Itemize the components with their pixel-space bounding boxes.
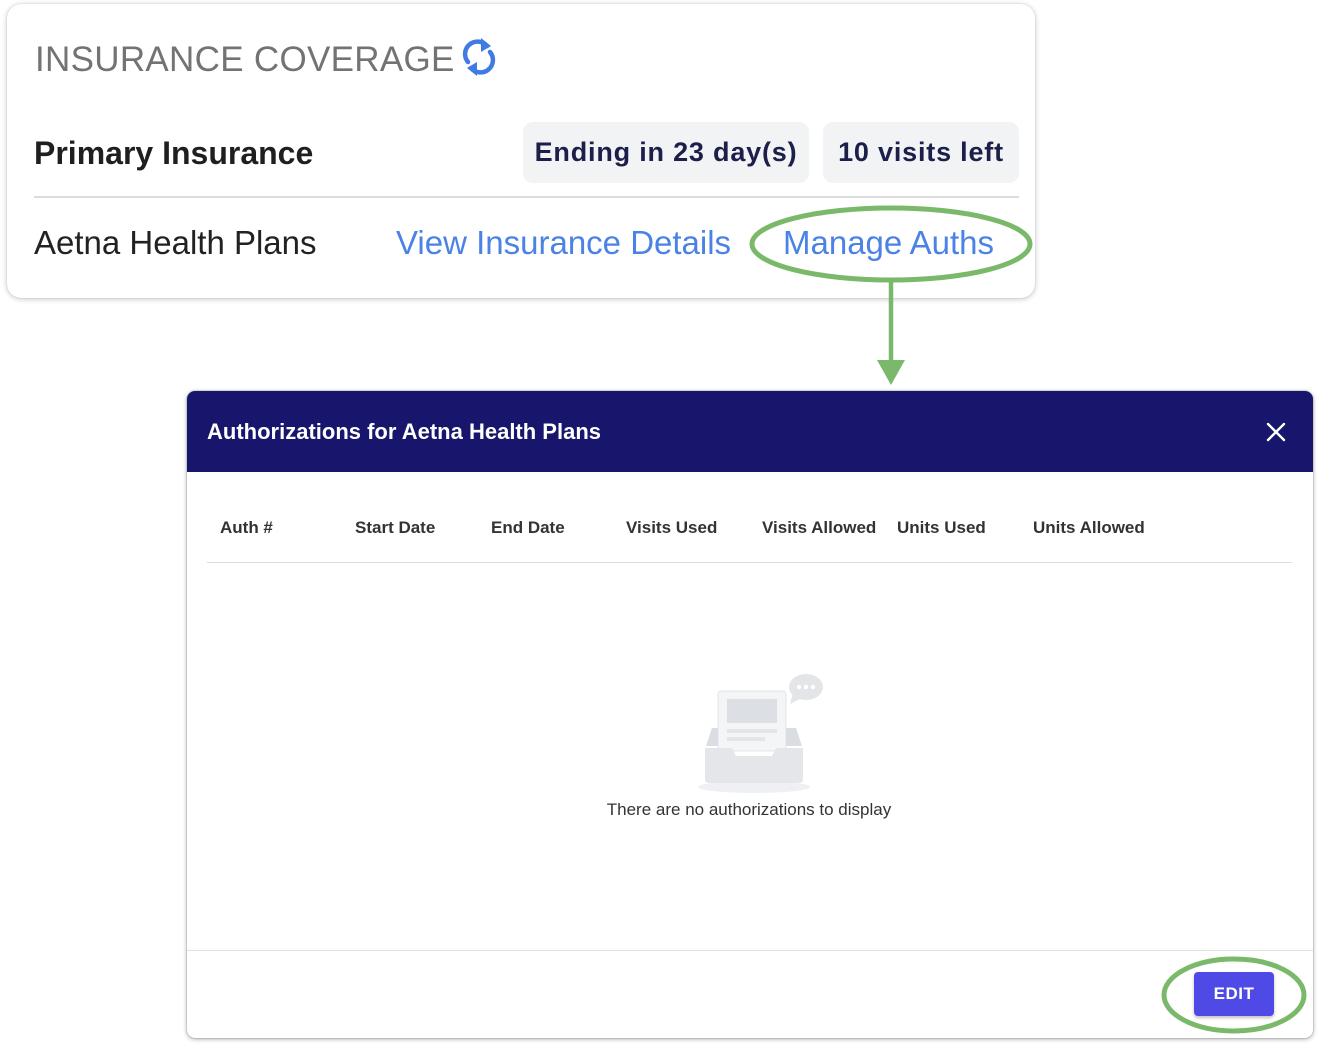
edit-button[interactable]: EDIT xyxy=(1194,972,1274,1016)
column-header-end-date[interactable]: End Date xyxy=(491,518,565,538)
insurance-coverage-card: INSURANCE COVERAGE Primary Insurance End… xyxy=(7,4,1035,298)
empty-state-message: There are no authorizations to display xyxy=(187,800,1313,820)
sync-icon[interactable] xyxy=(459,36,499,78)
dialog-footer-divider xyxy=(187,950,1313,951)
column-header-start-date[interactable]: Start Date xyxy=(355,518,435,538)
column-header-visits-allowed[interactable]: Visits Allowed xyxy=(762,518,876,538)
annotation-arrow-head xyxy=(877,360,905,385)
dialog-header: Authorizations for Aetna Health Plans xyxy=(187,391,1313,472)
close-icon[interactable] xyxy=(1265,421,1287,443)
authorizations-dialog: Authorizations for Aetna Health Plans Au… xyxy=(187,391,1313,1038)
insurance-coverage-title: INSURANCE COVERAGE xyxy=(35,40,455,79)
manage-auths-link[interactable]: Manage Auths xyxy=(783,223,994,263)
table-header-divider xyxy=(207,562,1292,563)
column-header-units-allowed[interactable]: Units Allowed xyxy=(1033,518,1145,538)
card-divider xyxy=(34,196,1019,198)
column-header-units-used[interactable]: Units Used xyxy=(897,518,986,538)
ending-days-badge: Ending in 23 day(s) xyxy=(523,122,809,183)
primary-insurance-label: Primary Insurance xyxy=(34,135,314,171)
empty-inbox-icon xyxy=(698,674,823,793)
visits-left-badge: 10 visits left xyxy=(823,122,1019,183)
empty-state-text: There are no authorizations to display xyxy=(606,800,892,819)
view-insurance-details-link[interactable]: View Insurance Details xyxy=(396,223,731,263)
column-header-auth-number[interactable]: Auth # xyxy=(220,518,273,538)
dialog-title: Authorizations for Aetna Health Plans xyxy=(207,419,602,444)
plan-name: Aetna Health Plans xyxy=(34,224,317,261)
column-header-visits-used[interactable]: Visits Used xyxy=(626,518,717,538)
